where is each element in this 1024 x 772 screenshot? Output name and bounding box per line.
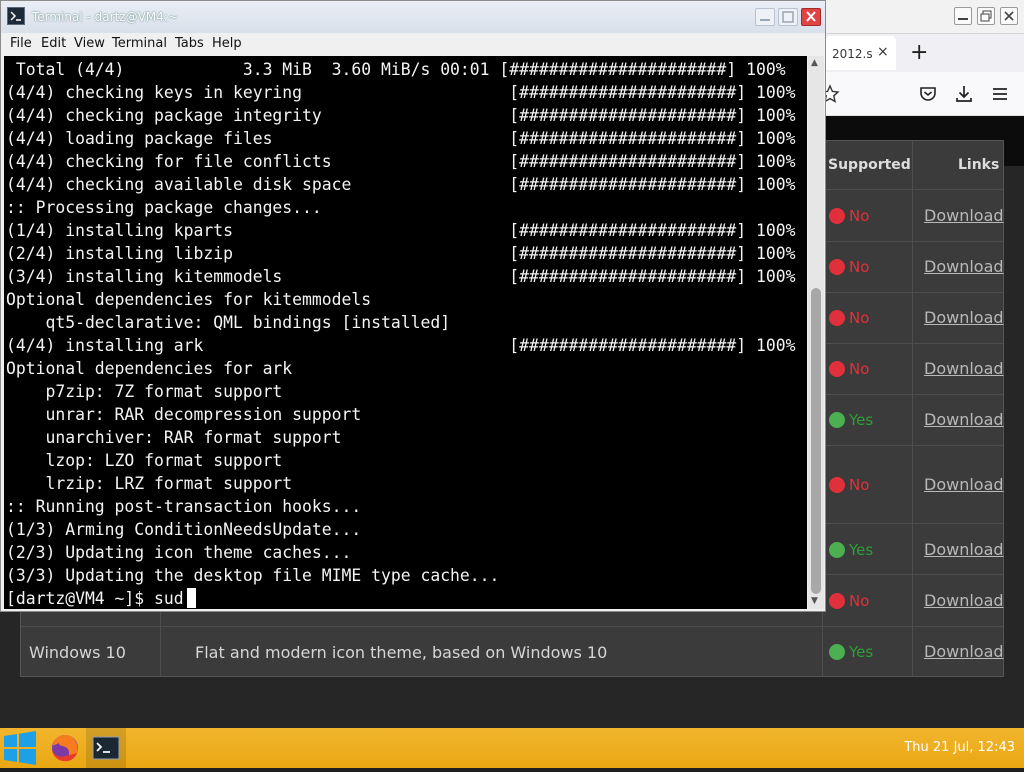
column-header-links: Links xyxy=(958,157,1000,173)
close-button[interactable] xyxy=(801,8,821,26)
terminal-line: (2/4) installing libzip [###############… xyxy=(6,244,796,263)
firefox-icon[interactable] xyxy=(45,728,85,768)
browser-tab[interactable]: 2012.s × xyxy=(826,36,896,70)
status-badge: No xyxy=(829,309,919,329)
terminal-line: (2/3) Updating icon theme caches... xyxy=(6,543,352,562)
terminal-line: (4/4) checking for file conflicts [#####… xyxy=(6,152,796,171)
hamburger-menu-icon[interactable] xyxy=(990,84,1010,104)
download-link[interactable]: Download xyxy=(924,359,1004,378)
tab-label: 2012.s xyxy=(832,47,873,61)
text-cursor xyxy=(187,588,196,608)
column-header-supported: Supported xyxy=(828,157,911,173)
download-link[interactable]: Download xyxy=(924,540,1004,559)
theme-name: Windows 10 xyxy=(29,643,126,662)
clock[interactable]: Thu 21 Jul, 12:43 xyxy=(904,740,1015,755)
browser-titlebar xyxy=(826,0,1024,34)
maximize-button[interactable] xyxy=(778,8,798,26)
status-badge: Yes xyxy=(829,541,919,561)
terminal-line: p7zip: 7Z format support xyxy=(6,382,283,401)
new-tab-icon[interactable]: + xyxy=(910,40,928,65)
terminal-titlebar[interactable]: Terminal - dartz@VM4:~ xyxy=(1,1,825,33)
terminal-line: unrar: RAR decompression support xyxy=(6,405,362,424)
pocket-icon[interactable] xyxy=(918,84,938,104)
status-dot-icon xyxy=(829,477,845,493)
status-badge: No xyxy=(829,360,919,380)
terminal-line: (4/4) checking package integrity [######… xyxy=(6,106,796,125)
menu-terminal[interactable]: Terminal xyxy=(112,36,167,51)
scroll-up-icon[interactable]: ▲ xyxy=(811,58,818,68)
terminal-scrollbar[interactable]: ▲ ▼ xyxy=(808,56,824,609)
terminal-line: lzop: LZO format support xyxy=(6,451,283,470)
status-dot-icon xyxy=(829,644,845,660)
terminal-line: qt5-declarative: QML bindings [installed… xyxy=(6,313,451,332)
download-link[interactable]: Download xyxy=(924,642,1004,661)
status-dot-icon xyxy=(829,310,845,326)
terminal-icon xyxy=(7,7,25,25)
status-dot-icon xyxy=(829,361,845,377)
terminal-line: lrzip: LRZ format support xyxy=(6,474,293,493)
download-link[interactable]: Download xyxy=(924,475,1004,494)
status-badge: Yes xyxy=(829,643,919,663)
terminal-line: (3/4) installing kitemmodels [##########… xyxy=(6,267,796,286)
terminal-line: (4/4) installing ark [##################… xyxy=(6,336,796,355)
status-badge: No xyxy=(829,592,919,612)
terminal-icon[interactable] xyxy=(86,728,126,768)
status-badge: No xyxy=(829,207,919,227)
browser-toolbar xyxy=(820,72,1024,116)
close-button[interactable] xyxy=(1000,7,1018,25)
status-dot-icon xyxy=(829,208,845,224)
browser-tabbar: 2012.s × + xyxy=(826,34,1024,72)
minimize-button[interactable] xyxy=(954,7,972,25)
window-title: Terminal - dartz@VM4:~ xyxy=(32,10,178,24)
terminal-prompt-line[interactable]: [dartz@VM4 ~]$ sud xyxy=(6,587,184,609)
taskbar: Thu 21 Jul, 12:43 xyxy=(0,728,1024,768)
terminal-line: (1/4) installing kparts [###############… xyxy=(6,221,796,240)
menu-bar: File Edit View Terminal Tabs Help xyxy=(1,33,825,55)
menu-edit[interactable]: Edit xyxy=(41,36,66,51)
tab-close-icon[interactable]: × xyxy=(877,44,889,60)
scrollbar-thumb[interactable] xyxy=(811,288,821,594)
status-dot-icon xyxy=(829,259,845,275)
minimize-button[interactable] xyxy=(755,8,775,26)
status-dot-icon xyxy=(829,542,845,558)
terminal-output[interactable]: Total (4/4) 3.3 MiB 3.60 MiB/s 00:01 [##… xyxy=(4,56,807,609)
maximize-button[interactable] xyxy=(977,7,995,25)
download-link[interactable]: Download xyxy=(924,591,1004,610)
terminal-window: Terminal - dartz@VM4:~ File Edit View Te… xyxy=(0,0,826,612)
terminal-line: (4/4) loading package files [###########… xyxy=(6,129,796,148)
status-dot-icon xyxy=(829,412,845,428)
terminal-line: :: Running post-transaction hooks... xyxy=(6,497,362,516)
terminal-line: :: Processing package changes... xyxy=(6,198,322,217)
theme-description: Flat and modern icon theme, based on Win… xyxy=(195,643,608,662)
downloads-icon[interactable] xyxy=(954,84,974,104)
terminal-line: (1/3) Arming ConditionNeedsUpdate... xyxy=(6,520,362,539)
menu-view[interactable]: View xyxy=(74,36,105,51)
download-link[interactable]: Download xyxy=(924,308,1004,327)
terminal-line: (4/4) checking available disk space [###… xyxy=(6,175,796,194)
status-badge: Yes xyxy=(829,411,919,431)
download-link[interactable]: Download xyxy=(924,410,1004,429)
terminal-line: (3/3) Updating the desktop file MIME typ… xyxy=(6,566,500,585)
menu-help[interactable]: Help xyxy=(212,36,242,51)
menu-file[interactable]: File xyxy=(10,36,32,51)
terminal-line: unarchiver: RAR format support xyxy=(6,428,342,447)
windows-start-icon[interactable] xyxy=(0,728,40,768)
status-badge: No xyxy=(829,476,919,496)
terminal-line: (4/4) checking keys in keyring [########… xyxy=(6,83,796,102)
menu-tabs[interactable]: Tabs xyxy=(175,36,204,51)
download-link[interactable]: Download xyxy=(924,257,1004,276)
status-dot-icon xyxy=(829,593,845,609)
terminal-line: Optional dependencies for ark xyxy=(6,359,293,378)
scroll-down-icon[interactable]: ▼ xyxy=(811,596,818,606)
terminal-line: Total (4/4) 3.3 MiB 3.60 MiB/s 00:01 [##… xyxy=(6,60,786,79)
terminal-line: Optional dependencies for kitemmodels xyxy=(6,290,372,309)
download-link[interactable]: Download xyxy=(924,206,1004,225)
status-badge: No xyxy=(829,258,919,278)
